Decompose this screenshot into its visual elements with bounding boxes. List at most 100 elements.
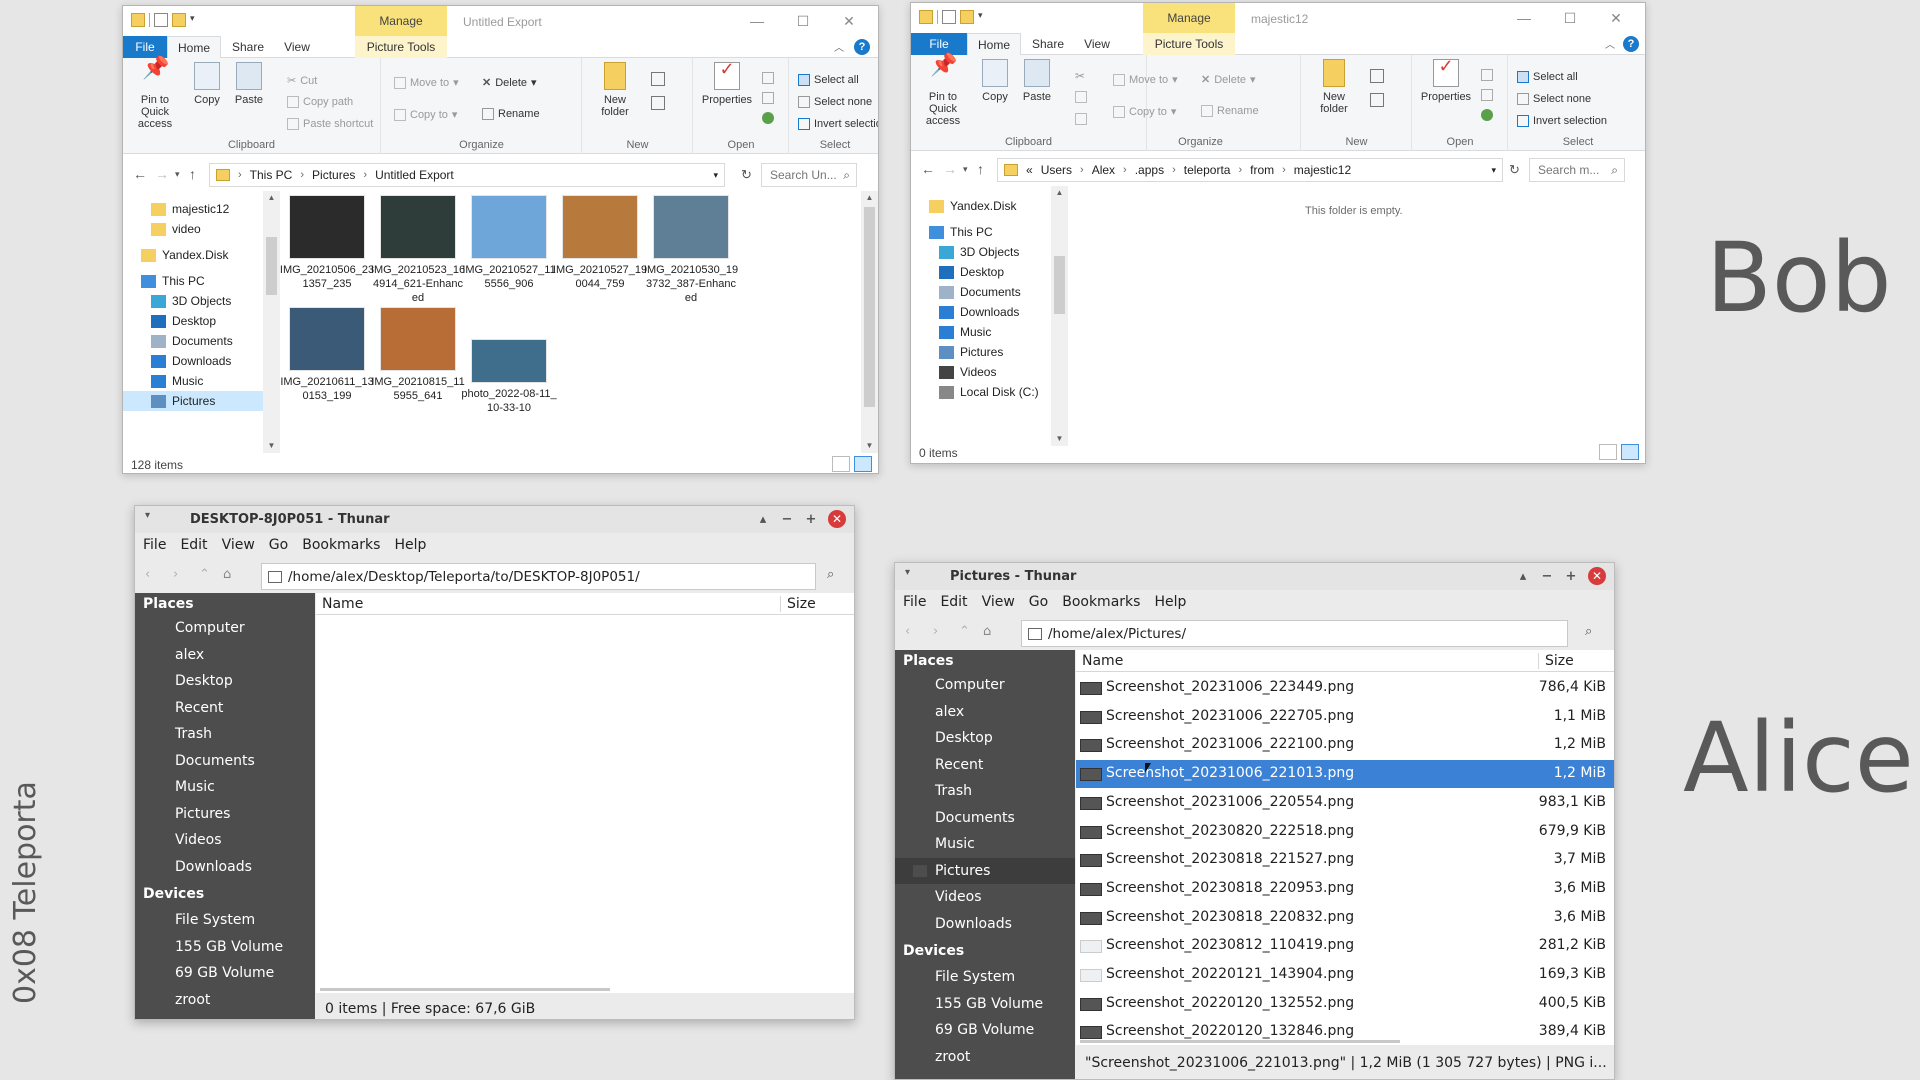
scroll-down-icon[interactable]: ▼ [861,439,878,453]
place-videos[interactable]: Videos [135,827,315,853]
file-row[interactable]: Screenshot_20230820_222518.png 679,9 KiB [1076,818,1614,846]
menu-bookmarks[interactable]: Bookmarks [1062,594,1140,610]
maximize-icon[interactable]: ☐ [1547,6,1593,30]
column-name[interactable]: Name [1082,653,1123,669]
nav-item-downloads[interactable]: Downloads [123,351,263,371]
close-icon[interactable]: ✕ [828,510,846,528]
breadcrumb-segment[interactable]: teleporta [1184,163,1231,177]
easy-access-icon[interactable] [1370,93,1384,107]
home-icon[interactable]: ⌂ [223,567,231,582]
place-recent[interactable]: Recent [135,695,315,721]
edit-icon[interactable] [762,92,774,104]
menu-help[interactable]: Help [394,537,426,553]
easy-access-icon[interactable] [651,96,665,110]
nav-item-desktop[interactable]: Desktop [123,311,263,331]
place-downloads[interactable]: Downloads [895,911,1075,937]
nav-item-yandex-disk[interactable]: Yandex.Disk [123,245,263,265]
open-icon[interactable] [1481,69,1493,81]
up-arrow-icon[interactable]: ↑ [189,166,196,182]
place-trash[interactable]: Trash [135,721,315,747]
move-to-button[interactable]: Move to ▾ [1113,73,1178,86]
place-desktop[interactable]: Desktop [895,725,1075,751]
invert-selection-button[interactable]: Invert selection [798,118,878,130]
move-to-button[interactable]: Move to ▾ [394,76,459,89]
new-item-icon[interactable] [651,72,665,86]
device-155-gb-volume[interactable]: 155 GB Volume [895,991,1075,1017]
delete-button[interactable]: ✕ Delete ▾ [482,76,537,90]
file-row[interactable]: Screenshot_20230818_220953.png 3,6 MiB [1076,875,1614,903]
file-row[interactable]: Screenshot_20220120_132846.png 389,4 KiB [1076,1018,1614,1045]
nav-item-video[interactable]: video [123,219,263,239]
breadcrumb-segment[interactable]: Untitled Export [375,168,454,182]
help-icon[interactable]: ? [1623,36,1639,52]
window-menu-icon[interactable]: ▾ [145,510,150,521]
nav-item-desktop[interactable]: Desktop [911,262,1051,282]
file-row[interactable]: Screenshot_20231006_223449.png 786,4 KiB [1076,674,1614,702]
cut-button[interactable]: ✂ Cut [287,74,317,88]
window-menu-icon[interactable]: ▾ [905,567,910,578]
properties-icon[interactable] [942,10,956,24]
forward-icon[interactable]: › [173,567,178,582]
select-all-button[interactable]: Select all [1517,71,1578,83]
tab-home[interactable]: Home [967,33,1021,56]
menu-help[interactable]: Help [1154,594,1186,610]
breadcrumb-segment[interactable]: Users [1041,163,1072,177]
place-pictures[interactable]: Pictures [135,801,315,827]
large-icons-view-icon[interactable] [1621,444,1639,460]
back-arrow-icon[interactable]: ← [921,161,935,177]
nav-item-yandex-disk[interactable]: Yandex.Disk [911,196,1051,216]
tab-manage[interactable]: Manage [1143,3,1235,33]
file-thumbnail-item[interactable]: IMG_20210506_231357_235 [279,195,375,291]
address-bar[interactable]: › This PC › Pictures › Untitled Export ▾ [209,163,725,187]
search-input[interactable]: Search m... ⌕ [1529,158,1625,182]
edit-icon[interactable] [1481,89,1493,101]
overflow-chevron-icon[interactable]: « [1026,163,1033,177]
menu-edit[interactable]: Edit [940,594,967,610]
pin-to-quick-access-button[interactable]: 📌 Pin to Quick access [129,57,181,131]
file-thumbnail-item[interactable]: IMG_20210611_130153_199 [279,307,375,403]
nav-item-local-disk-c[interactable]: Local Disk (C:) [911,382,1051,402]
file-row[interactable]: Screenshot_20231006_220554.png 983,1 KiB [1076,789,1614,817]
menu-file[interactable]: File [143,537,166,553]
place-videos[interactable]: Videos [895,884,1075,910]
file-row[interactable]: Screenshot_20220120_132552.png 400,5 KiB [1076,990,1614,1018]
menu-go[interactable]: Go [1029,594,1048,610]
collapse-ribbon-icon[interactable]: ︿ [1605,36,1615,51]
search-icon[interactable]: ⌕ [1585,624,1592,639]
copy-to-button[interactable]: Copy to ▾ [394,108,457,121]
scrollbar-thumb[interactable] [1054,256,1065,314]
menu-go[interactable]: Go [269,537,288,553]
address-bar[interactable]: « Users › Alex › .apps › teleporta › fro… [997,158,1503,182]
pin-to-quick-access-button[interactable]: 📌 Pin to Quick access [917,54,969,128]
nav-item-music[interactable]: Music [911,322,1051,342]
file-thumbnail-item[interactable]: IMG_20210527_115556_906 [461,195,557,291]
scroll-up-icon[interactable]: ▲ [263,191,280,205]
new-folder-icon[interactable] [960,10,974,24]
select-none-button[interactable]: Select none [1517,93,1591,105]
device-file-system[interactable]: File System [895,964,1075,990]
file-thumbnail-item[interactable]: IMG_20210523_164914_621-Enhanced [370,195,466,305]
customize-dropdown-icon[interactable]: ▾ [190,13,204,27]
details-view-icon[interactable] [832,456,850,472]
shade-icon[interactable]: ▴ [756,512,770,527]
home-icon[interactable]: ⌂ [983,624,991,639]
place-recent[interactable]: Recent [895,752,1075,778]
tab-picture-tools[interactable]: Picture Tools [355,36,447,58]
rename-button[interactable]: Rename [1201,105,1259,117]
nav-item-pictures[interactable]: Pictures [123,391,263,411]
menu-file[interactable]: File [903,594,926,610]
column-size[interactable]: Size [780,596,816,612]
column-name[interactable]: Name [322,596,363,612]
device-file-system[interactable]: File System [135,907,315,933]
close-icon[interactable]: ✕ [826,9,872,33]
menu-view[interactable]: View [222,537,255,553]
shade-icon[interactable]: ▴ [1516,569,1530,584]
file-thumbnail-item[interactable]: IMG_20210530_193732_387-Enhanced [643,195,739,305]
parent-folder-icon[interactable]: ⌃ [199,567,210,582]
recent-locations-icon[interactable]: ▾ [175,169,180,180]
device-155-gb-volume[interactable]: 155 GB Volume [135,934,315,960]
paste-button[interactable]: Paste [231,62,267,106]
details-view-icon[interactable] [1599,444,1617,460]
location-bar[interactable]: /home/alex/Desktop/Teleporta/to/DESKTOP-… [261,563,816,590]
navigation-scrollbar[interactable]: ▲ ▼ [263,191,280,453]
